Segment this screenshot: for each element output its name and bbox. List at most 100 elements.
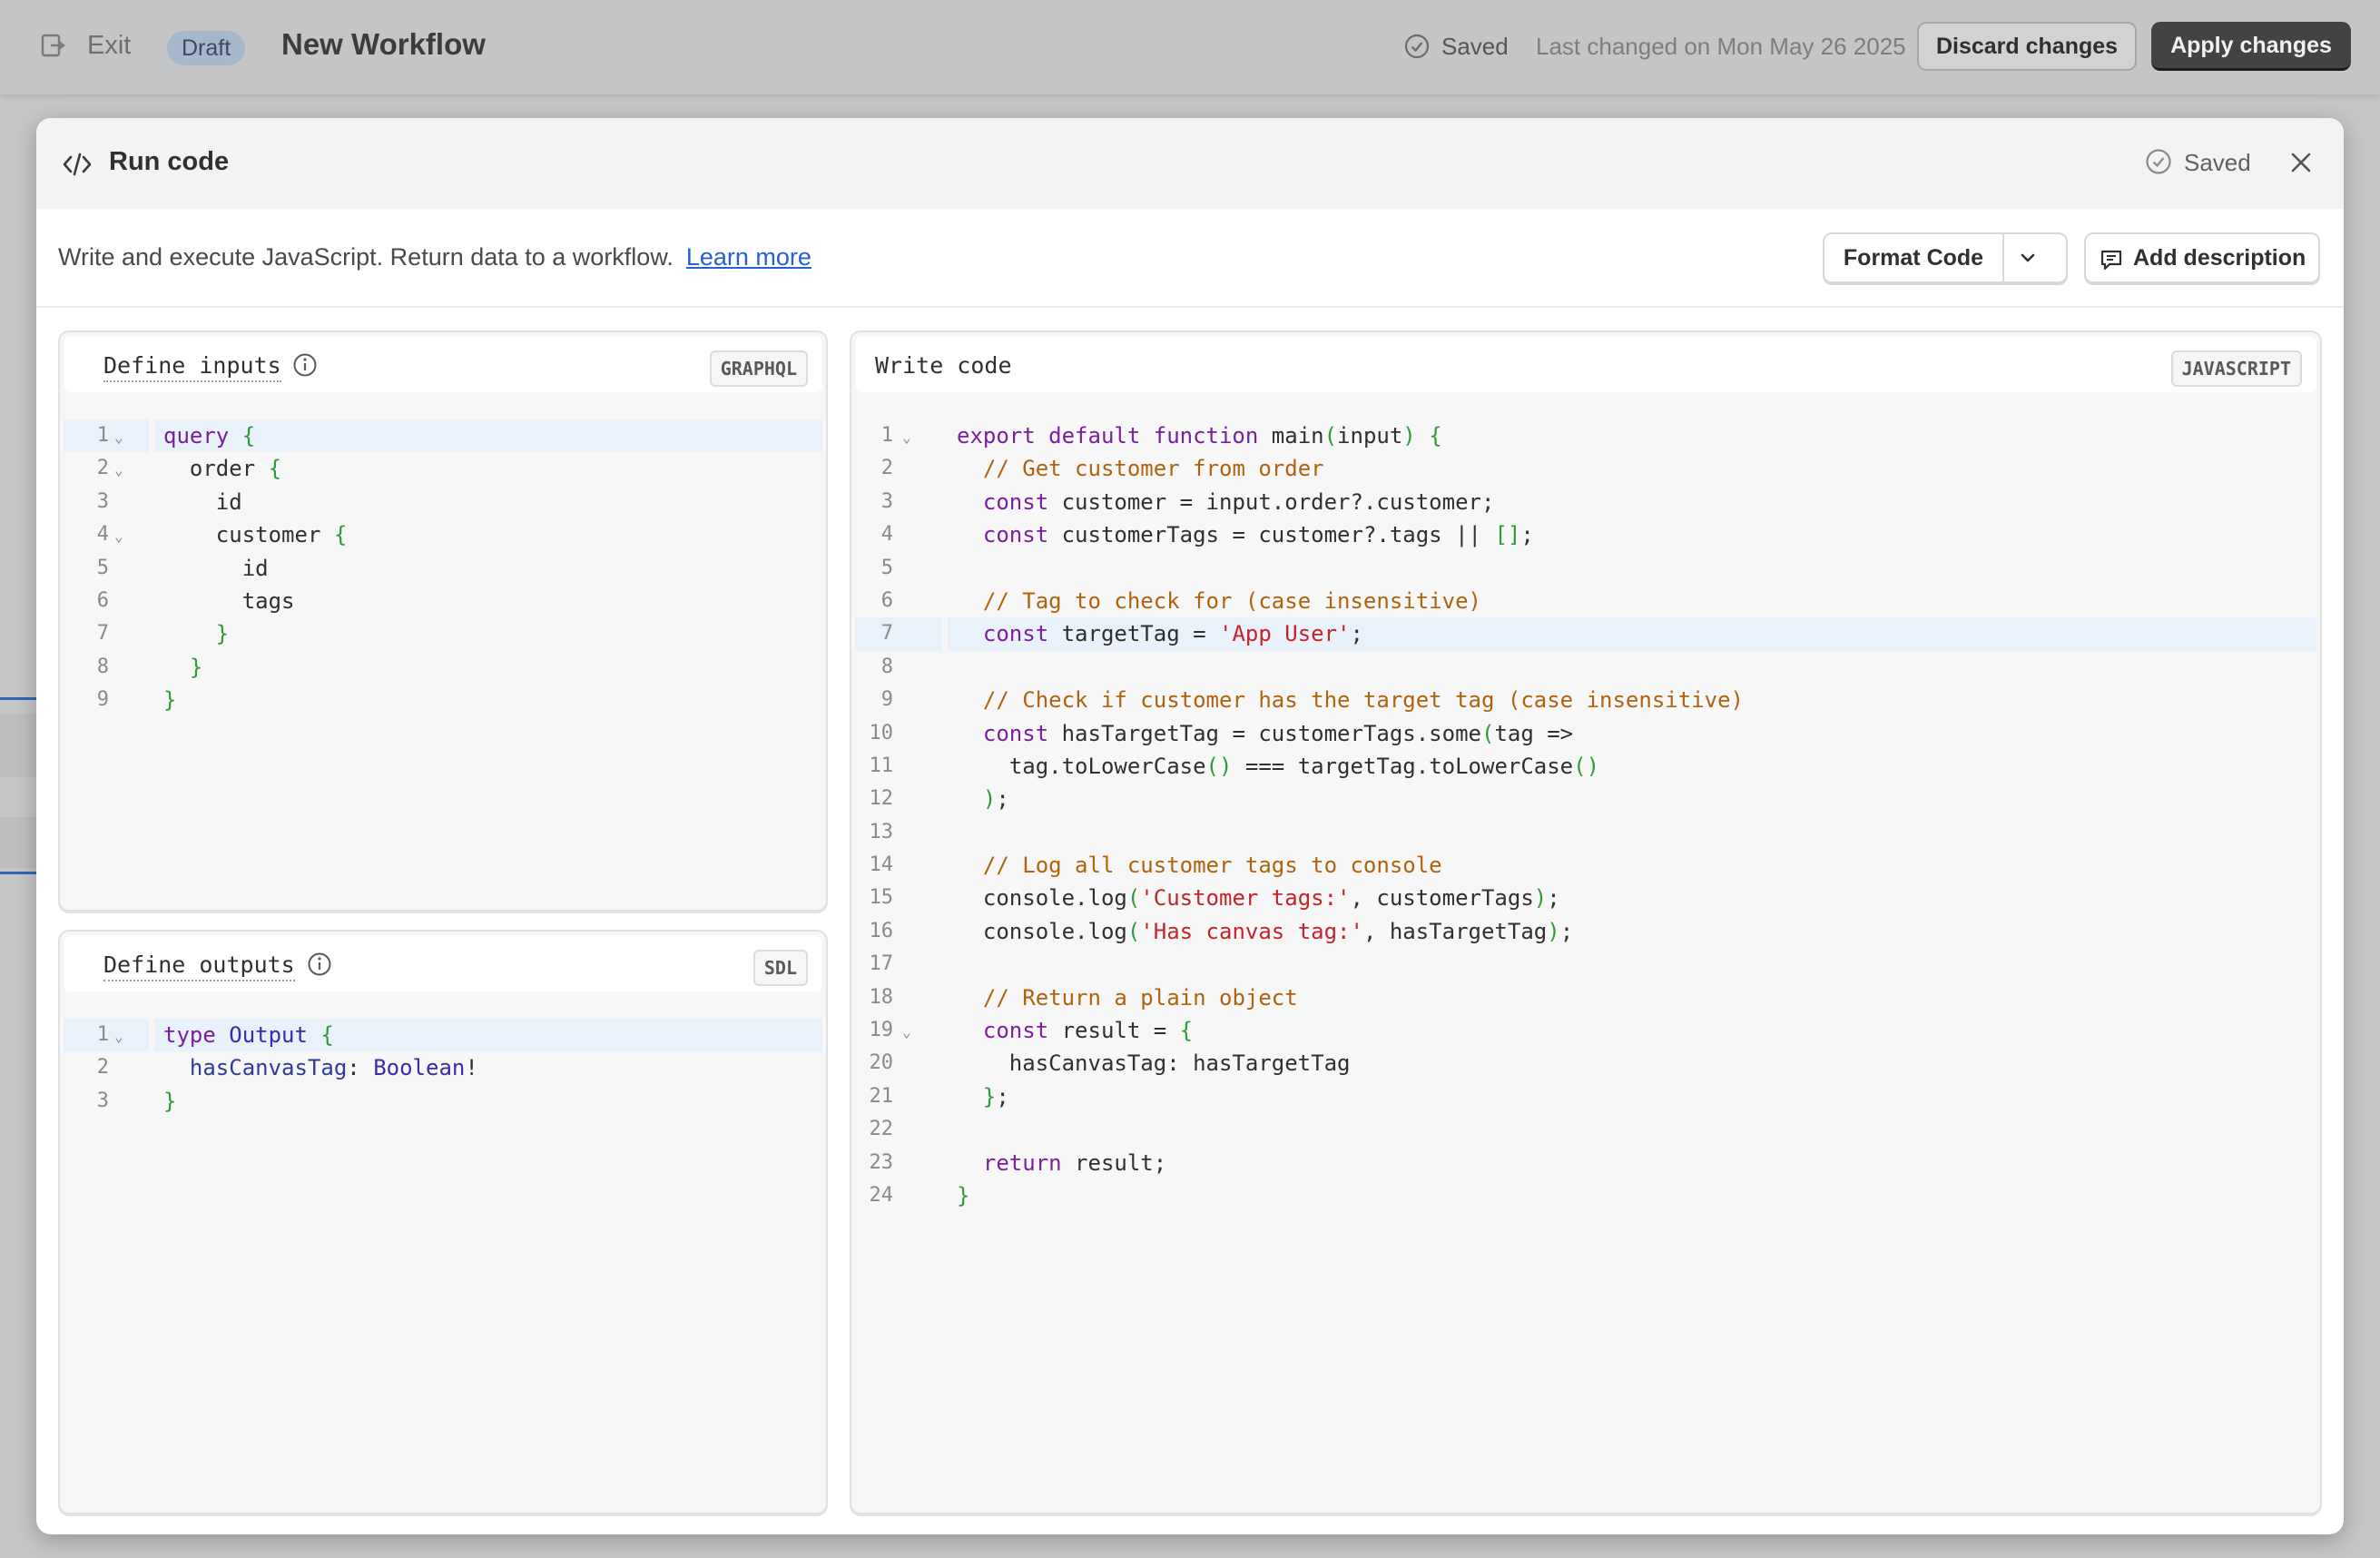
code-line[interactable]: 7 } xyxy=(64,617,822,651)
code-text: query { xyxy=(163,423,256,449)
code-text: return result; xyxy=(982,1149,1167,1176)
line-number: 3 xyxy=(96,489,109,513)
code-text: } xyxy=(163,1088,177,1114)
apply-changes-button[interactable]: Apply changes xyxy=(2151,22,2351,71)
line-number: 5 xyxy=(96,556,109,579)
fold-chevron-icon[interactable]: ⌄ xyxy=(114,421,123,454)
code-line[interactable]: 2 ⌄ order { xyxy=(64,452,822,487)
code-line[interactable]: 6 tags xyxy=(64,584,822,618)
line-number: 3 xyxy=(96,1089,109,1112)
info-icon[interactable] xyxy=(307,952,332,977)
canvas-node-edge xyxy=(0,817,36,868)
define-inputs-title[interactable]: Define inputs xyxy=(103,352,281,382)
code-line[interactable]: 15 console.log('Customer tags:', custome… xyxy=(855,882,2316,915)
code-line[interactable]: 16 console.log('Has canvas tag:', hasTar… xyxy=(855,914,2316,949)
outputs-code-editor[interactable]: 1 ⌄ type Output {2 hasCanvasTag: Boolean! 3… xyxy=(64,1019,822,1119)
exit-icon[interactable] xyxy=(40,33,65,58)
code-line[interactable]: 4 const customerTags = customer?.tags ||… xyxy=(855,518,2316,552)
line-number: 2 xyxy=(880,457,893,480)
code-line[interactable]: 20 hasCanvasTag: hasTargetTag xyxy=(855,1047,2316,1080)
gutter-gap xyxy=(942,815,948,850)
code-text: }; xyxy=(982,1083,1009,1109)
code-line[interactable]: 18 // Return a plain object xyxy=(855,981,2316,1015)
gutter-gap xyxy=(149,584,154,618)
gutter-gap xyxy=(942,1178,948,1213)
info-icon[interactable] xyxy=(292,352,318,378)
add-description-button[interactable]: Add description xyxy=(2084,232,2320,283)
code-line[interactable]: 21 }; xyxy=(855,1080,2316,1114)
gutter-gap xyxy=(942,452,948,486)
line-number: 1 xyxy=(96,1023,109,1046)
learn-more-link[interactable]: Learn more xyxy=(686,243,811,271)
gutter-gap xyxy=(149,1051,154,1085)
code-line[interactable]: 3 const customer = input.order?.customer… xyxy=(855,485,2316,519)
inputs-code-editor[interactable]: 1 ⌄ query {2 ⌄ order {3 id 4 ⌄ customer {5 id… xyxy=(64,419,822,717)
workflow-title[interactable]: New Workflow xyxy=(281,27,486,62)
code-line[interactable]: 3 id xyxy=(64,485,822,519)
chevron-down-icon[interactable] xyxy=(2015,245,2041,271)
comment-icon xyxy=(2100,250,2122,271)
define-outputs-title[interactable]: Define outputs xyxy=(103,952,295,981)
code-text: id xyxy=(163,555,269,581)
code-line[interactable]: 5 id xyxy=(64,551,822,585)
line-number: 18 xyxy=(869,985,894,1009)
gutter-gap xyxy=(149,551,154,585)
code-line[interactable]: 5 xyxy=(855,551,2316,585)
discard-changes-button[interactable]: Discard changes xyxy=(1917,22,2137,71)
gutter-gap xyxy=(942,684,948,717)
code-text: ); xyxy=(982,786,1009,813)
code-line[interactable]: 23 return result; xyxy=(855,1146,2316,1179)
code-line[interactable]: 22 xyxy=(855,1113,2316,1147)
code-line[interactable]: 12 ); xyxy=(855,783,2316,816)
line-number: 4 xyxy=(96,523,109,547)
code-line[interactable]: 3} xyxy=(64,1084,822,1119)
code-line[interactable]: 13 xyxy=(855,815,2316,850)
code-text: tags xyxy=(163,587,295,614)
code-line[interactable]: 8 } xyxy=(64,650,822,685)
line-number: 10 xyxy=(869,721,894,744)
code-line[interactable]: 17 xyxy=(855,948,2316,981)
code-line[interactable]: 9} xyxy=(64,684,822,717)
line-number: 3 xyxy=(880,489,893,513)
fold-chevron-icon[interactable]: ⌄ xyxy=(902,1016,911,1049)
gutter-gap xyxy=(942,518,948,552)
code-line[interactable]: 2 // Get customer from order xyxy=(855,452,2316,486)
code-line[interactable]: 9 // Check if customer has the target ta… xyxy=(855,684,2316,717)
code-line[interactable]: 6 // Tag to check for (case insensitive) xyxy=(855,584,2316,618)
fold-chevron-icon[interactable]: ⌄ xyxy=(114,1021,123,1053)
line-number: 9 xyxy=(96,688,109,712)
code-line[interactable]: 14 // Log all customer tags to console xyxy=(855,849,2316,883)
line-number: 6 xyxy=(880,588,893,612)
code-line[interactable]: 1 ⌄ type Output { xyxy=(64,1019,822,1053)
code-text: const targetTag = 'App User'; xyxy=(982,621,1363,647)
line-number: 20 xyxy=(869,1051,894,1075)
format-code-button[interactable]: Format Code xyxy=(1824,234,2004,281)
line-number: 9 xyxy=(880,688,893,712)
code-text: const customer = input.order?.customer; xyxy=(982,488,1495,515)
fold-chevron-icon[interactable]: ⌄ xyxy=(114,520,123,553)
exit-link[interactable]: Exit xyxy=(87,31,131,61)
code-line[interactable]: 11 tag.toLowerCase() === targetTag.toLow… xyxy=(855,749,2316,784)
code-text: const hasTargetTag = customerTags.some(t… xyxy=(982,720,1574,746)
code-line[interactable]: 1 ⌄ query { xyxy=(64,419,822,454)
code-line[interactable]: 2 hasCanvasTag: Boolean! xyxy=(64,1051,822,1085)
code-line[interactable]: 19 ⌄ const result = { xyxy=(855,1014,2316,1049)
graphql-badge: GRAPHQL xyxy=(709,350,808,387)
code-line[interactable]: 24} xyxy=(855,1178,2316,1213)
gutter-gap xyxy=(149,452,154,486)
fold-chevron-icon[interactable]: ⌄ xyxy=(114,454,123,487)
line-number: 13 xyxy=(869,820,894,843)
code-line[interactable]: 10 const hasTargetTag = customerTags.som… xyxy=(855,716,2316,750)
code-line[interactable]: 4 ⌄ customer { xyxy=(64,518,822,553)
divider xyxy=(36,306,2344,308)
code-line[interactable]: 1 ⌄ export default function main(input) { xyxy=(855,419,2316,454)
code-line[interactable]: 8 xyxy=(855,650,2316,685)
code-line[interactable]: 7 const targetTag = 'App User'; xyxy=(855,617,2316,651)
gutter-gap xyxy=(942,1113,948,1147)
code-text: } xyxy=(163,687,177,714)
javascript-code-editor[interactable]: 1 ⌄ export default function main(input) {2… xyxy=(855,419,2316,1213)
fold-chevron-icon[interactable]: ⌄ xyxy=(902,421,911,454)
gutter-gap xyxy=(942,749,948,784)
code-text: customer { xyxy=(163,522,348,548)
close-icon[interactable] xyxy=(2286,147,2316,178)
